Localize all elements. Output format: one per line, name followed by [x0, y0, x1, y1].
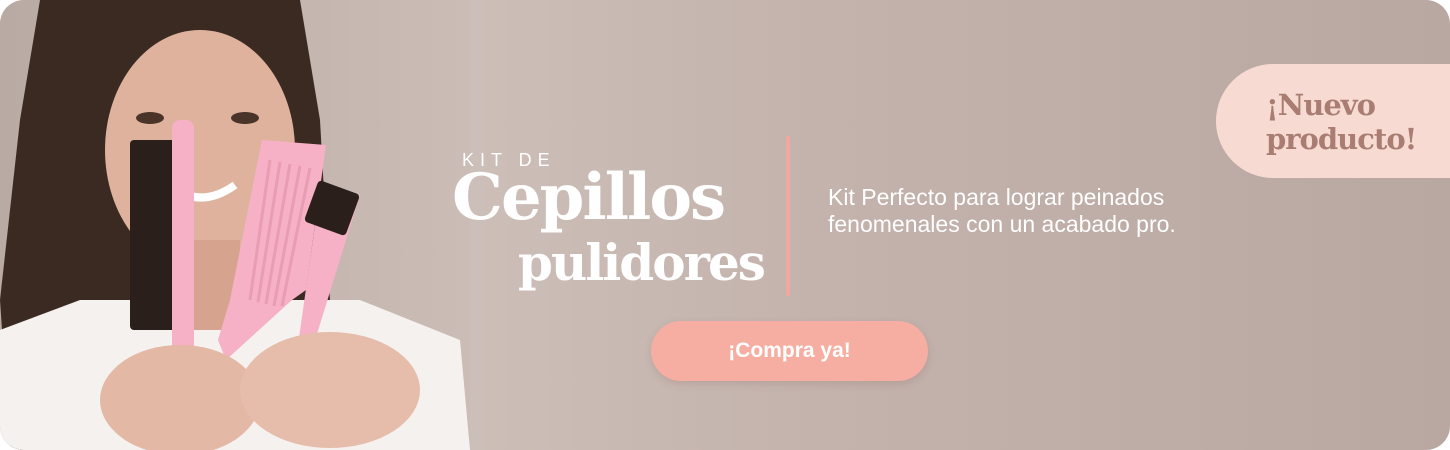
- product-description: Kit Perfecto para lograr peinados fenome…: [828, 184, 1176, 237]
- woman-with-brushes-image: [0, 0, 470, 450]
- buy-now-button[interactable]: ¡Compra ya!: [651, 321, 928, 381]
- badge-line1: ¡Nuevo: [1266, 88, 1376, 122]
- left-hand-shape: [100, 345, 260, 450]
- badge-line2: producto!: [1266, 122, 1417, 156]
- new-product-badge-text: ¡Nuevo producto!: [1266, 88, 1446, 156]
- promo-banner: KIT DE Cepillos pulidores Kit Perfecto p…: [0, 0, 1450, 450]
- vertical-divider: [786, 136, 790, 296]
- right-hand-shape: [240, 332, 420, 448]
- product-title-line1: Cepillos: [452, 160, 726, 235]
- product-photo: [0, 0, 470, 450]
- product-title-line2: pulidores: [518, 233, 766, 292]
